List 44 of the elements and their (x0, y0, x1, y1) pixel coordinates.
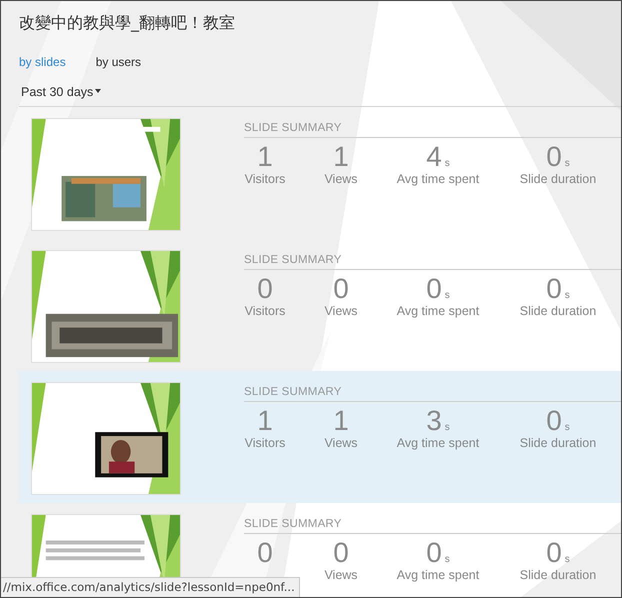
stat-label: Views (324, 172, 358, 186)
summary-heading: SLIDE SUMMARY (244, 386, 342, 398)
stat-value: 1 (257, 406, 273, 436)
stat-value: 3 s (426, 406, 450, 436)
period-dropdown[interactable]: Past 30 days (21, 83, 102, 101)
caret-icon (95, 88, 102, 92)
summary-heading: SLIDE SUMMARY (244, 518, 342, 530)
stat-label: Views (324, 568, 358, 582)
stat-value: 4 s (426, 142, 450, 172)
stat-label: Visitors (244, 304, 286, 318)
tab[interactable]: by users (96, 53, 142, 71)
stat-value: 0 (333, 538, 349, 568)
stat-label: Slide duration (520, 172, 596, 186)
stat-value: 1 (333, 142, 349, 172)
slide-row[interactable]: SLIDE SUMMARY 0 Visitors 0 Views 0 s Avg time spent 0 s Slide duration (19, 239, 621, 371)
stat-label: Views (324, 304, 358, 318)
stat-value: 0 s (546, 274, 570, 304)
stat-value: 0 (257, 274, 273, 304)
page-title: 改變中的教與學_翻轉吧！教室 (19, 12, 236, 34)
stat-label: Slide duration (520, 304, 596, 318)
stat-label: Avg time spent (396, 436, 480, 450)
stat-label: Visitors (244, 436, 286, 450)
stat-value: 0 s (546, 142, 570, 172)
slide-row[interactable]: SLIDE SUMMARY 1 Visitors 1 Views 4 s Avg time spent 0 s Slide duration (19, 107, 621, 239)
stat-value: 1 (333, 406, 349, 436)
selected-row[interactable]: SLIDE SUMMARY 1 Visitors 1 Views 3 s Avg time spent 0 s Slide duration (19, 371, 621, 503)
stat-value: 0 s (546, 538, 570, 568)
stat-label: Avg time spent (396, 568, 480, 582)
stat-label: Slide duration (520, 568, 596, 582)
summary-heading: SLIDE SUMMARY (244, 122, 342, 134)
stat-label: Avg time spent (396, 304, 480, 318)
stat-label: Slide duration (520, 436, 596, 450)
status-url: //mix.office.com/analytics/slide?lessonId=npe0nf... (1, 577, 300, 597)
stat-value: 0 (257, 538, 273, 568)
stat-value: 0 s (546, 406, 570, 436)
stat-value: 0 s (426, 274, 450, 304)
stat-value: 1 (257, 142, 273, 172)
stat-label: Avg time spent (396, 172, 480, 186)
tab[interactable]: by slides (19, 53, 66, 71)
stat-label: Views (324, 436, 358, 450)
stat-label: Visitors (244, 172, 286, 186)
stat-value: 0 (333, 274, 349, 304)
summary-heading: SLIDE SUMMARY (244, 254, 342, 266)
stat-value: 0 s (426, 538, 450, 568)
